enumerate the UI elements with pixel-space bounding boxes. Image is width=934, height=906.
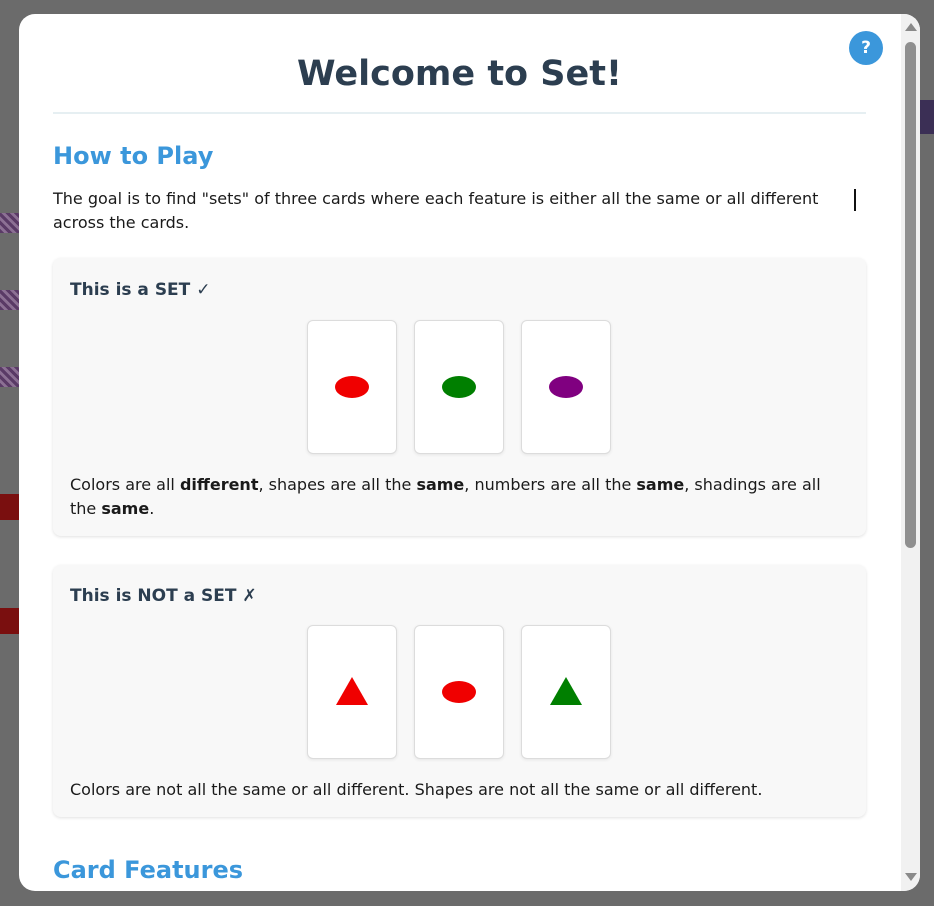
bg-panel [920,100,934,134]
not-set-example-caption: Colors are not all the same or all diffe… [70,780,763,799]
set-example-title: This is a SET ✓ [70,280,211,300]
set-example-caption: Colors are all different, shapes are all… [70,473,850,521]
caption-text: , shapes are all the [258,475,417,494]
card-shape [442,376,476,398]
card-shape [442,681,476,703]
caption-text: . [149,499,155,518]
how-to-play-heading: How to Play [53,142,214,170]
card[interactable] [521,625,611,759]
oval-purple [549,376,583,398]
scroll-thumb[interactable] [905,42,916,548]
triangle-green [550,677,582,705]
card[interactable] [414,320,504,454]
card[interactable] [521,320,611,454]
card-shape [336,677,368,705]
bg-hatched-card [0,367,19,387]
not-set-example-cards [307,625,611,759]
bg-hatched-card [0,213,19,233]
caption-emphasis: same [416,475,465,494]
not-set-example: This is NOT a SET ✗ Colors are not all t… [53,565,866,817]
triangle-red [336,677,368,705]
title-divider [53,112,866,114]
modal-title: Welcome to Set! [297,54,622,94]
bg-hatched-card [0,290,19,310]
oval-red [335,376,369,398]
bg-red-card [0,608,19,634]
caption-emphasis: same [101,499,150,518]
bg-red-card [0,494,19,520]
card[interactable] [307,625,397,759]
scroll-up-arrow-icon[interactable] [905,23,917,31]
caption-text: Colors are all [70,475,180,494]
modal-scrollbar[interactable] [901,14,920,891]
card[interactable] [307,320,397,454]
card-shape [335,376,369,398]
oval-red [442,681,476,703]
caption-emphasis: different [179,475,259,494]
intro-text: The goal is to find "sets" of three card… [53,189,819,232]
set-example-cards [307,320,611,454]
oval-green [442,376,476,398]
scroll-down-arrow-icon[interactable] [905,873,917,881]
caption-text: , numbers are all the [464,475,637,494]
welcome-modal: ? Welcome to Set! How to Play The goal i… [19,14,920,891]
card-shape [550,677,582,705]
text-cursor [854,189,856,211]
card-features-heading: Card Features [53,856,244,884]
card[interactable] [414,625,504,759]
caption-emphasis: same [636,475,685,494]
not-set-example-title: This is NOT a SET ✗ [70,586,257,606]
set-example: This is a SET ✓ Colors are all different… [53,258,866,536]
card-shape [549,376,583,398]
